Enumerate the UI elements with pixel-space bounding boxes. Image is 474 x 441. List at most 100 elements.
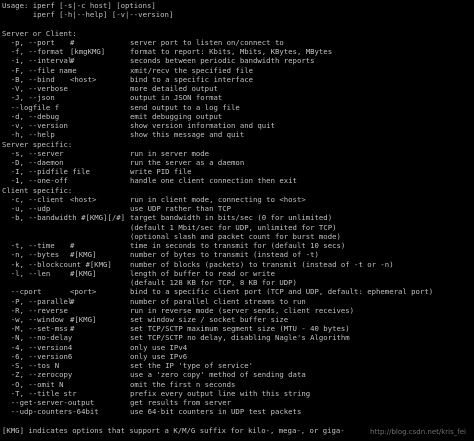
console-line: -R, --reverse run in reverse mode (server… (2, 306, 474, 315)
console-window[interactable]: Usage: iperf [-s|-c host] [options] iper… (0, 0, 474, 441)
option-description: prefix every output line with this strin… (130, 388, 311, 398)
option-flag: -f, --format (2, 47, 64, 57)
option-flag: -k, --blockcount #[KMG] (2, 259, 112, 269)
console-line: Server or Client: (2, 29, 474, 38)
console-line-text: Usage: iperf [-s|-c host] [options] (2, 1, 156, 10)
option-description: set window size / socket buffer size (130, 314, 289, 324)
console-line: Client specific: (2, 186, 474, 195)
option-flag: -i, --interval (2, 56, 73, 66)
option-description: set TCP/SCTP no delay, disabling Nagle's… (130, 333, 350, 343)
option-flag: -B, --bind (2, 74, 55, 84)
option-flag: -R, --reverse (2, 305, 68, 315)
console-line: -1, --one-off handle one client connectio… (2, 176, 474, 185)
option-flag: -w, --window (2, 314, 64, 324)
console-line: -M, --set-mss # set TCP/SCTP maximum segme… (2, 324, 474, 333)
console-line: -d, --debug emit debugging output (2, 112, 474, 121)
console-line: -4, --version4 only use IPv4 (2, 343, 474, 352)
console-line: -f, --format [kmgKMG] format to report: Kb… (2, 47, 474, 56)
option-flag: -h, --help (2, 130, 55, 140)
option-flag: -F, --file name (2, 65, 77, 75)
console-line: -O, --omit N omit the first n seconds (2, 380, 474, 389)
console-line-text: [KMG] indicates options that support a K… (2, 425, 345, 435)
console-line: Usage: iperf [-s|-c host] [options] (2, 1, 474, 10)
console-line: -s, --server run in server mode (2, 149, 474, 158)
option-description: only use IPv6 (130, 351, 188, 361)
option-description: use 64-bit counters in UDP test packets (130, 407, 302, 417)
option-description: seconds between periodic bandwidth repor… (130, 56, 315, 66)
console-line-text: iperf [-h|--help] [-v|--version] (2, 10, 174, 20)
option-flag: -P, --parallel (2, 296, 73, 306)
option-flag: -T, --title str (2, 388, 77, 398)
option-description: length of buffer to read or write (130, 268, 275, 278)
console-line: -k, --blockcount #[KMG] number of blocks … (2, 260, 474, 269)
option-description: xmit/recv the specified file (130, 65, 254, 75)
console-line-text: Client specific: (2, 185, 73, 195)
console-line: -t, --time # time in seconds to transmit f… (2, 241, 474, 250)
console-line: iperf [-h|--help] [-v|--version] (2, 10, 474, 19)
option-flag: -t, --time (2, 241, 55, 251)
option-flag: -4, --version4 (2, 342, 73, 352)
console-line: -V, --verbose more detailed output (2, 84, 474, 93)
console-line: -D, --daemon run the server as a daemon (2, 158, 474, 167)
option-description: set TCP/SCTP maximum segment size (MTU -… (130, 324, 350, 334)
console-line: (default 128 KB for TCP, 8 KB for UDP) (2, 278, 474, 287)
console-line: -B, --bind <host> bind to a specific inter… (2, 75, 474, 84)
option-description: get results from server (130, 398, 232, 408)
option-flag: --logfile f (2, 102, 60, 112)
option-flag: -I, --pidfile file (2, 167, 90, 177)
option-description: show version information and quit (130, 121, 275, 131)
option-flag: -1, --one-off (2, 176, 68, 186)
console-line: -J, --json output in JSON format (2, 93, 474, 102)
option-description: send output to a log file (130, 102, 240, 112)
option-flag: -J, --json (2, 93, 55, 103)
console-line: -6, --version6 only use IPv6 (2, 352, 474, 361)
console-line: (default 1 Mbit/sec for UDP, unlimited f… (2, 223, 474, 232)
option-description: format to report: Kbits, Mbits, KBytes, … (130, 47, 333, 57)
option-flag: --udp-counters-64bit (2, 407, 99, 417)
option-argument: <port> (70, 287, 97, 297)
option-flag: --cport (2, 287, 42, 297)
option-description: use a 'zero copy' method of sending data (130, 370, 306, 380)
option-description: more detailed output (130, 84, 218, 94)
option-flag: -d, --debug (2, 111, 60, 121)
option-description: show this message and quit (130, 130, 245, 140)
option-description: number of parallel client streams to run (130, 296, 306, 306)
option-description: run in server mode (130, 148, 210, 158)
option-description: bind to a specific client port (TCP and … (130, 287, 434, 297)
option-flag: -N, --no-delay (2, 333, 73, 343)
option-argument: <host> (70, 74, 97, 84)
console-line: (optional slash and packet count for bur… (2, 232, 474, 241)
option-flag: --get-server-output (2, 398, 95, 408)
option-description: (optional slash and packet count for bur… (130, 231, 341, 241)
console-line: --get-server-output get results from serv… (2, 398, 474, 407)
option-argument: <host> (70, 194, 97, 204)
option-description: number of bytes to transmit (instead of … (130, 250, 319, 260)
option-argument: # (70, 56, 75, 66)
option-flag: -6, --version6 (2, 351, 73, 361)
option-description: target bandwidth in bits/sec (0 for unli… (130, 213, 333, 223)
console-line: Server specific: (2, 140, 474, 149)
option-description: bind to a specific interface (130, 74, 254, 84)
option-flag: -S, --tos N (2, 361, 60, 371)
console-line: -u, --udp use UDP rather than TCP (2, 204, 474, 213)
option-description: run in reverse mode (server sends, clien… (130, 305, 355, 315)
console-line: -P, --parallel# number of parallel client… (2, 297, 474, 306)
console-line: -S, --tos N set the IP 'type of service' (2, 361, 474, 370)
console-line: -b, --bandwidth #[KMG][/#] target bandwid… (2, 213, 474, 222)
option-description: number of blocks (packets) to transmit (… (130, 259, 394, 269)
option-flag: -l, --len (2, 268, 51, 278)
option-description: run in client mode, connecting to <host> (130, 194, 306, 204)
option-flag: -u, --udp (2, 204, 51, 214)
option-description: set the IP 'type of service' (130, 361, 254, 371)
console-line-text: Server specific: (2, 139, 73, 149)
console-line: -N, --no-delay set TCP/SCTP no delay, dis… (2, 333, 474, 342)
console-line: -i, --interval# seconds between periodic … (2, 56, 474, 65)
option-description: emit debugging output (130, 111, 223, 121)
console-line: -F, --file name xmit/recv the specified f… (2, 66, 474, 75)
console-line: -p, --port # server port to listen on/conn… (2, 38, 474, 47)
option-flag: -O, --omit N (2, 379, 64, 389)
option-description: (default 128 KB for TCP, 8 KB for UDP) (130, 278, 297, 288)
option-description: omit the first n seconds (130, 379, 236, 389)
option-flag: -M, --set-mss (2, 324, 68, 334)
console-line: --udp-counters-64bit use 64-bit counters … (2, 407, 474, 416)
